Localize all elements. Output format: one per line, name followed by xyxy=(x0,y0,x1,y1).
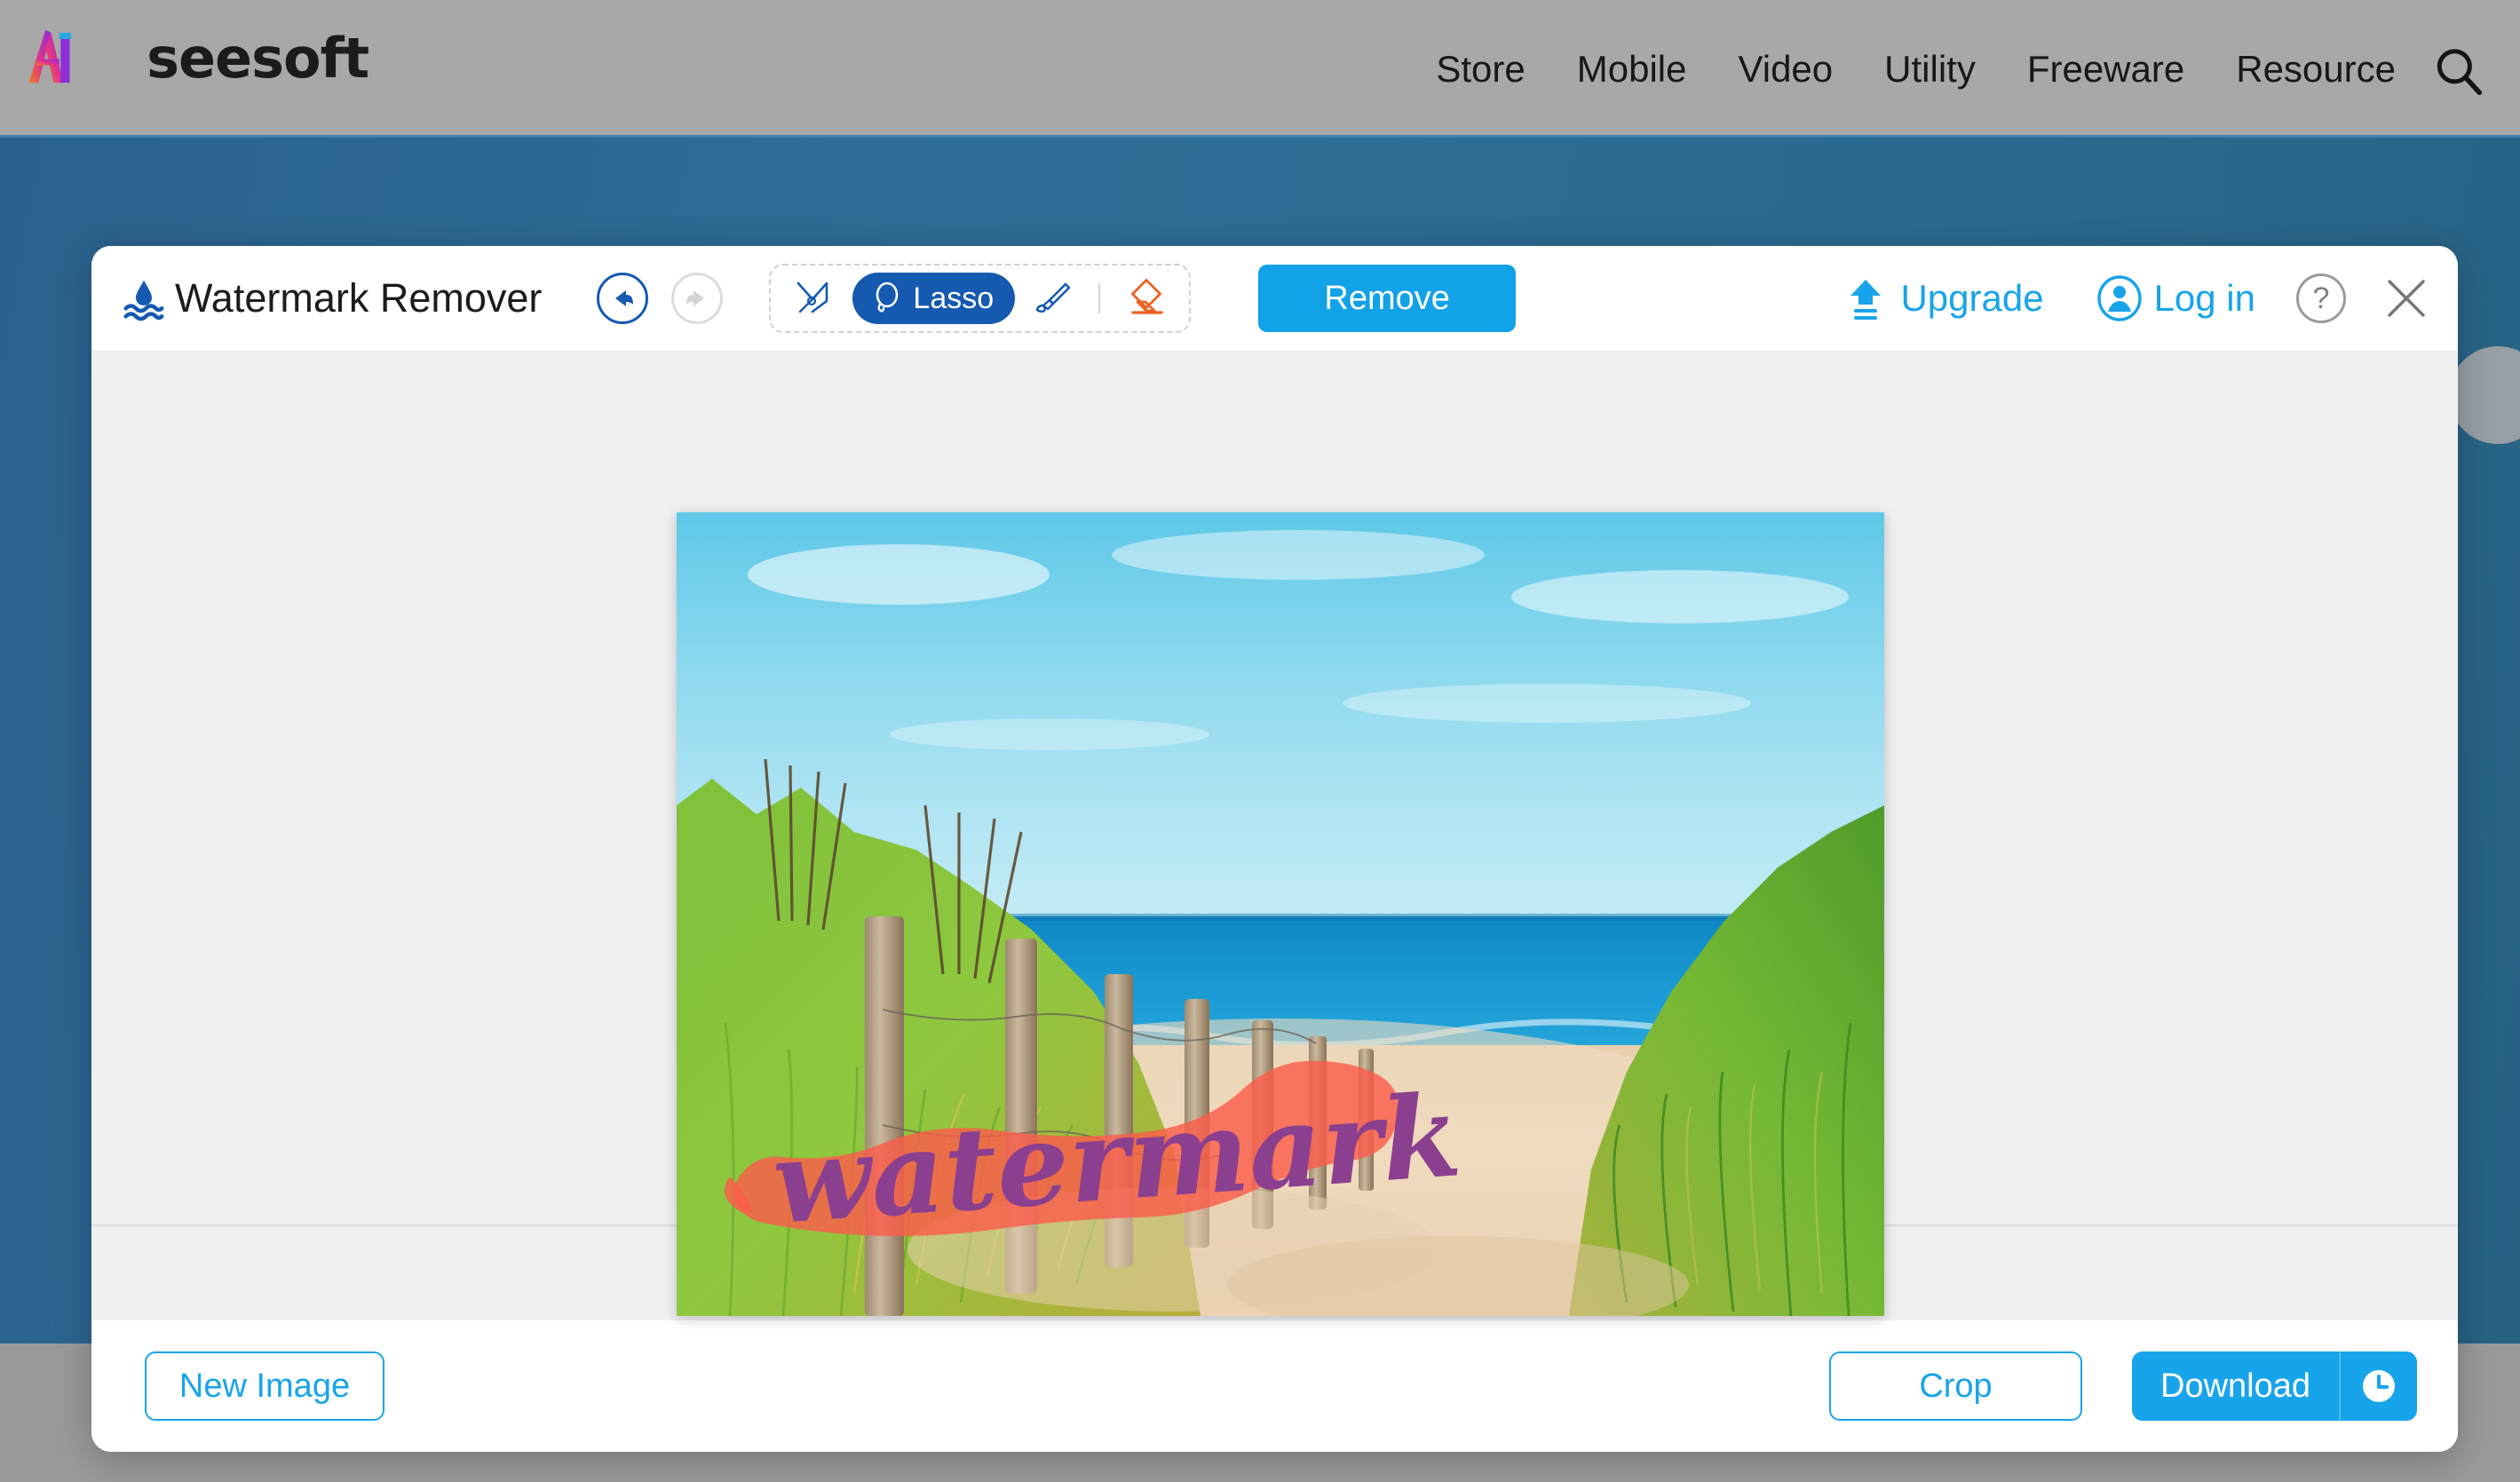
footer-right-group: Crop Download xyxy=(1829,1351,2417,1421)
brush-icon xyxy=(1035,282,1071,313)
remove-button[interactable]: Remove xyxy=(1258,265,1517,332)
editor-footer: New Image Crop Download xyxy=(91,1320,2458,1452)
water-drop-icon xyxy=(123,280,164,321)
beach-photo: watermark xyxy=(677,512,1884,1316)
aiseesoft-logo[interactable]: AIseesoft xyxy=(18,23,369,92)
nav-item-video[interactable]: Video xyxy=(1738,48,1833,91)
download-label: Download xyxy=(2160,1367,2310,1405)
nav-item-freeware[interactable]: Freeware xyxy=(2027,48,2184,91)
logo-wordmark: AIseesoft xyxy=(85,25,369,91)
crop-button[interactable]: Crop xyxy=(1829,1351,2082,1421)
tool-selector-group: Lasso xyxy=(769,264,1192,333)
polygon-lasso-icon xyxy=(797,281,828,313)
nav-item-utility[interactable]: Utility xyxy=(1884,48,1976,91)
image-canvas-area[interactable]: watermark xyxy=(91,351,2458,1316)
main-navigation: Store Mobile Video Utility Freeware Reso… xyxy=(1436,0,2396,138)
login-button[interactable]: Log in xyxy=(2096,274,2255,322)
lasso-tool-label: Lasso xyxy=(913,281,995,315)
undo-arrow-icon xyxy=(615,290,634,306)
nav-item-mobile[interactable]: Mobile xyxy=(1577,48,1687,91)
user-avatar-icon xyxy=(2096,275,2142,321)
watermark-remover-dialog: Watermark Remover Lasso Remove Upgrade L… xyxy=(91,246,2458,1452)
upgrade-button[interactable]: Upgrade xyxy=(1842,274,2044,322)
page-title: Watermark Remover xyxy=(175,275,543,321)
edited-image[interactable]: watermark xyxy=(677,512,1884,1316)
eraser-tool-button[interactable] xyxy=(1116,272,1175,325)
eraser-icon xyxy=(1131,279,1163,314)
new-image-button[interactable]: New Image xyxy=(145,1351,384,1421)
redo-arrow-icon xyxy=(686,290,705,306)
search-icon[interactable] xyxy=(2431,44,2486,99)
redo-button[interactable] xyxy=(671,273,724,324)
help-button[interactable]: ? xyxy=(2296,273,2346,323)
lasso-icon xyxy=(876,281,899,313)
nav-item-resource[interactable]: Resource xyxy=(2236,48,2396,91)
login-label: Log in xyxy=(2153,277,2255,319)
lasso-tool-button[interactable]: Lasso xyxy=(852,273,1016,324)
app-title-group: Watermark Remover xyxy=(120,274,542,322)
polygon-lasso-tool-button[interactable] xyxy=(785,272,844,325)
download-button[interactable]: Download xyxy=(2132,1351,2417,1421)
nav-item-store[interactable]: Store xyxy=(1436,48,1525,91)
page-root: AIseesoft Store Mobile Video Utility Fre… xyxy=(0,0,2520,1482)
undo-button[interactable] xyxy=(597,273,649,324)
editor-toolbar: Watermark Remover Lasso Remove Upgrade L… xyxy=(91,246,2458,351)
toolbar-right-group: Upgrade Log in ? xyxy=(1842,272,2433,325)
upload-arrow-icon xyxy=(1850,280,1882,320)
logo-text-rest: seesoft xyxy=(147,25,369,91)
close-x-icon xyxy=(2388,280,2425,317)
clock-icon xyxy=(2363,1370,2395,1402)
question-mark-icon: ? xyxy=(2312,281,2330,315)
site-header: AIseesoft Store Mobile Video Utility Fre… xyxy=(0,0,2520,138)
brush-tool-button[interactable] xyxy=(1024,272,1082,325)
download-clock-badge xyxy=(2339,1351,2417,1421)
tool-divider xyxy=(1098,283,1101,313)
upgrade-label: Upgrade xyxy=(1900,277,2044,319)
aiseesoft-logo-mark xyxy=(28,29,72,83)
close-button[interactable] xyxy=(2380,272,2433,325)
